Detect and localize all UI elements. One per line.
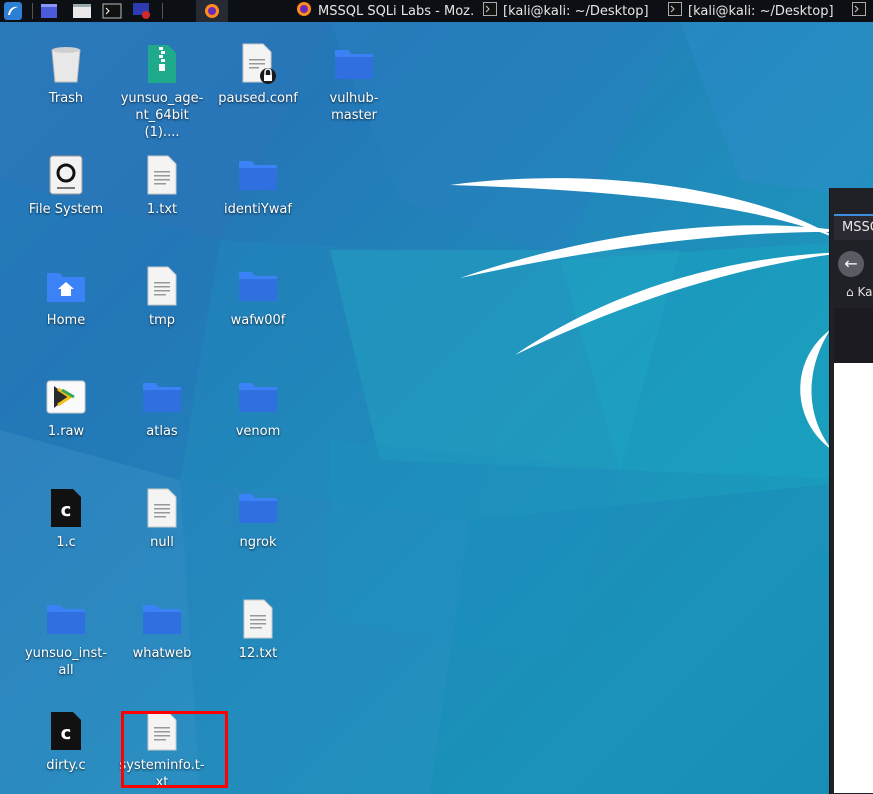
task-label: [kali@kali: ~/Desktop] [688, 3, 834, 19]
file-manager-icon[interactable] [72, 0, 96, 22]
text-file-icon [142, 266, 182, 306]
folder-icon [334, 44, 374, 84]
folder-icon [142, 377, 182, 417]
firefox-icon [296, 1, 312, 21]
icon-label: File System [28, 202, 104, 217]
task-terminal-1[interactable]: [kali@kali: ~/Desktop] [483, 0, 663, 22]
terminal-icon [483, 2, 497, 20]
home-folder-icon [46, 266, 86, 306]
desktop-icon-dirty-c[interactable]: c dirty.c [20, 707, 112, 774]
desktop-icon-1-txt[interactable]: 1.txt [116, 151, 208, 218]
firefox-window[interactable]: MSSQL ← ⌂ Ka [829, 188, 873, 794]
desktop-icon-1-c[interactable]: c 1.c [20, 484, 112, 551]
text-file-icon [238, 599, 278, 639]
desktop-icon-tmp[interactable]: tmp [116, 262, 208, 329]
svg-text:c: c [61, 723, 72, 744]
icon-label: Trash [48, 91, 84, 106]
desktop-icon-home[interactable]: Home [20, 262, 112, 329]
text-file-icon [142, 488, 182, 528]
browser-page-content [834, 363, 873, 793]
terminal-icon [852, 2, 866, 20]
locked-file-icon [238, 43, 278, 84]
desktop-icon-identiywaf[interactable]: identiYwaf [212, 151, 304, 218]
selection-highlight-box [121, 711, 228, 788]
bookmark-item[interactable]: ⌂ Ka [846, 285, 872, 299]
c-source-icon: c [46, 711, 86, 751]
archive-icon [142, 44, 182, 84]
task-label: MSSQL SQLi Labs - Moz… [318, 3, 474, 19]
desktop-icon-venom[interactable]: venom [212, 373, 304, 440]
desktop-icon-wafw00f[interactable]: wafw00f [212, 262, 304, 329]
svg-text:c: c [61, 500, 72, 521]
icon-label: yunsuo_age-nt_64bit (1).... [120, 91, 204, 140]
folder-icon [46, 599, 86, 639]
browser-toolbar-area [834, 308, 873, 363]
kali-bookmark-icon: ⌂ [846, 285, 854, 299]
screen-recorder-icon[interactable] [132, 0, 156, 22]
terminal-launcher-icon[interactable] [102, 0, 126, 22]
desktop-icon-atlas[interactable]: atlas [116, 373, 208, 440]
icon-label: 1.c [56, 535, 76, 550]
icon-label: 12.txt [238, 646, 278, 661]
desktop-icon-whatweb[interactable]: whatweb [116, 595, 208, 662]
icon-label: identiYwaf [224, 202, 292, 217]
workspace-firefox-thumb[interactable] [196, 0, 228, 22]
folder-icon [238, 266, 278, 306]
browser-tab[interactable]: MSSQL [834, 214, 873, 240]
c-source-icon: c [46, 488, 86, 528]
desktop-icon-trash[interactable]: Trash [20, 40, 112, 107]
folder-icon [142, 599, 182, 639]
desktop-icon-file-system[interactable]: File System [20, 151, 112, 218]
desktop-icon-yunsuo-agent[interactable]: yunsuo_age-nt_64bit (1).... [116, 40, 208, 141]
task-terminal-3[interactable] [852, 0, 873, 22]
desktop-icon-null[interactable]: null [116, 484, 208, 551]
drive-icon [46, 155, 86, 195]
desktop-icon-vulhub-master[interactable]: vulhub-master [308, 40, 400, 124]
desktop-icon-ngrok[interactable]: ngrok [212, 484, 304, 551]
desktop-icon-paused-conf[interactable]: paused.conf [212, 40, 304, 107]
workspace-switcher-icon[interactable] [40, 0, 64, 22]
back-arrow-icon[interactable]: ← [838, 251, 864, 277]
icon-label: dirty.c [46, 758, 86, 773]
icon-label: Home [46, 313, 86, 328]
icon-label: 1.raw [47, 424, 85, 439]
task-firefox[interactable]: MSSQL SQLi Labs - Moz… [296, 0, 474, 22]
bookmark-label: Ka [857, 285, 873, 299]
icon-label: wafw00f [230, 313, 286, 328]
taskbar: MSSQL SQLi Labs - Moz… [kali@kali: ~/Des… [0, 0, 873, 22]
text-file-icon [142, 155, 182, 195]
task-terminal-2[interactable]: [kali@kali: ~/Desktop] [668, 0, 846, 22]
icon-label: null [150, 535, 174, 550]
desktop-icon-yunsuo-install[interactable]: yunsuo_inst-all [20, 595, 112, 679]
desktop-icon-12-txt[interactable]: 12.txt [212, 595, 304, 662]
icon-label: ngrok [239, 535, 277, 550]
icon-label: vulhub-master [329, 91, 379, 123]
task-label: [kali@kali: ~/Desktop] [503, 3, 649, 19]
icon-label: yunsuo_inst-all [24, 646, 108, 678]
trash-icon [46, 44, 86, 84]
terminal-icon [668, 2, 682, 20]
icon-label: tmp [148, 313, 175, 328]
desktop-icon-1-raw[interactable]: 1.raw [20, 373, 112, 440]
folder-icon [238, 488, 278, 528]
kali-menu-icon[interactable] [3, 0, 27, 22]
icon-label: paused.conf [218, 91, 298, 106]
icon-label: 1.txt [146, 202, 178, 217]
icon-label: atlas [146, 424, 178, 439]
icon-label: whatweb [132, 646, 192, 661]
raw-file-icon [46, 377, 86, 417]
icon-label: venom [235, 424, 281, 439]
folder-icon [238, 155, 278, 195]
folder-icon [238, 377, 278, 417]
